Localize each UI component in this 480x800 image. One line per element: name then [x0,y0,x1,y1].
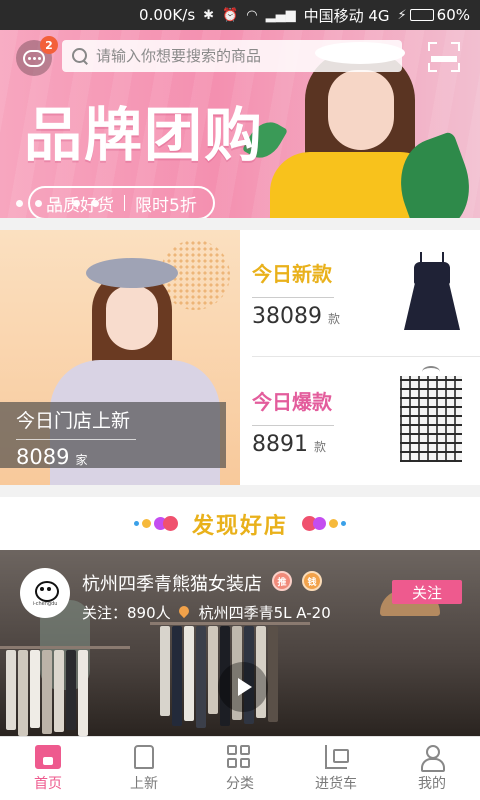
store-new-unit: 家 [75,453,88,467]
battery-indicator: ⚡ 60% [398,6,470,24]
tab-label: 进货车 [315,775,357,792]
discover-header: 发现好店 [0,497,480,550]
plaid-jacket-image [400,376,462,462]
today-hot-count: 8891 [252,432,308,457]
store-new-count: 8089 [16,445,70,469]
carousel-dots[interactable] [16,200,99,207]
carousel-dot[interactable] [16,200,23,207]
battery-percent: 60% [436,6,470,24]
decor-dots-right [302,516,346,531]
tab-category[interactable]: 分类 [192,737,288,800]
carousel-dot[interactable] [35,200,42,207]
today-new-card[interactable]: 今日新款 38089 款 [252,230,480,357]
store-card[interactable]: i-chengdu 杭州四季青熊猫女装店 推 钱 关注：890人 杭州四季青5L… [0,550,480,736]
promo-section: 今日门店上新 8089 家 今日新款 38089 款 今日爆款 8891 款 [0,230,480,485]
shirt-icon [134,744,154,769]
carousel-dot[interactable] [73,200,80,207]
play-icon [238,678,252,696]
tag-discount: 限时5折 [135,195,197,216]
decor-dots-left [133,516,178,531]
user-icon [419,744,445,772]
tab-new[interactable]: 上新 [96,737,192,800]
cart-icon [325,744,349,769]
store-new-title: 今日门店上新 [16,406,136,440]
play-video-button[interactable] [218,662,268,712]
tab-label: 分类 [226,775,254,792]
discover-title: 发现好店 [191,513,288,539]
search-bar[interactable] [62,40,402,72]
today-new-count: 38089 [252,304,322,329]
today-new-unit: 款 [328,312,341,326]
app-screen: 0.00K/s ✱ ⏰ ◠ ▂▄▆ 中国移动 4G ⚡ 60% 品牌团购 品质好… [0,0,480,800]
signal-icon: ▂▄▆ [265,7,296,23]
search-input[interactable] [96,47,376,65]
recommend-badge: 推 [272,571,292,591]
tab-cart[interactable]: 进货车 [288,737,384,800]
money-badge: 钱 [302,571,322,591]
tab-mine[interactable]: 我的 [384,737,480,800]
store-location: 杭州四季青5L A-20 [198,604,331,622]
carrier-label: 中国移动 4G [303,6,390,25]
carousel-dot[interactable] [54,200,61,207]
store-meta: 关注：890人 杭州四季青5L A-20 [82,602,331,623]
wifi-icon: ◠ [246,7,258,23]
tab-label: 我的 [418,775,446,792]
search-icon [72,48,88,64]
store-new-arrivals-card[interactable]: 今日门店上新 8089 家 [0,230,240,485]
banner-title: 品牌团购 [24,101,265,169]
store-new-caption: 今日门店上新 8089 家 [0,402,226,469]
charging-icon: ⚡ [397,7,407,23]
grid-icon [227,744,253,769]
today-hot-title: 今日爆款 [252,386,334,426]
follow-button[interactable]: 关注 [392,580,462,604]
location-pin-icon [179,606,191,620]
today-hot-unit: 款 [314,440,327,454]
home-icon [35,744,61,769]
scan-icon [431,56,457,62]
battery-icon [409,9,434,21]
bottom-tab-bar: 首页 上新 分类 进货车 我的 [0,736,480,800]
tag-divider [124,195,125,211]
store-name[interactable]: 杭州四季青熊猫女装店 [82,570,262,596]
scan-button[interactable] [428,42,460,72]
tab-label: 首页 [34,775,62,792]
store-logo[interactable]: i-chengdu [20,568,70,618]
today-new-title: 今日新款 [252,258,334,298]
message-icon [23,49,45,67]
tab-home[interactable]: 首页 [0,737,96,800]
today-hot-card[interactable]: 今日爆款 8891 款 [252,358,480,485]
message-badge: 2 [40,36,58,54]
alarm-icon: ⏰ [222,7,239,23]
followers-count: 关注：890人 [82,604,171,622]
tab-label: 上新 [130,775,158,792]
dress-image [404,252,460,332]
clothing-rack [6,650,88,736]
status-bar: 0.00K/s ✱ ⏰ ◠ ▂▄▆ 中国移动 4G ⚡ 60% [0,0,480,30]
network-speed: 0.00K/s [139,6,196,24]
carousel-dot[interactable] [92,200,99,207]
bluetooth-icon: ✱ [203,7,215,23]
panda-icon [33,579,59,602]
